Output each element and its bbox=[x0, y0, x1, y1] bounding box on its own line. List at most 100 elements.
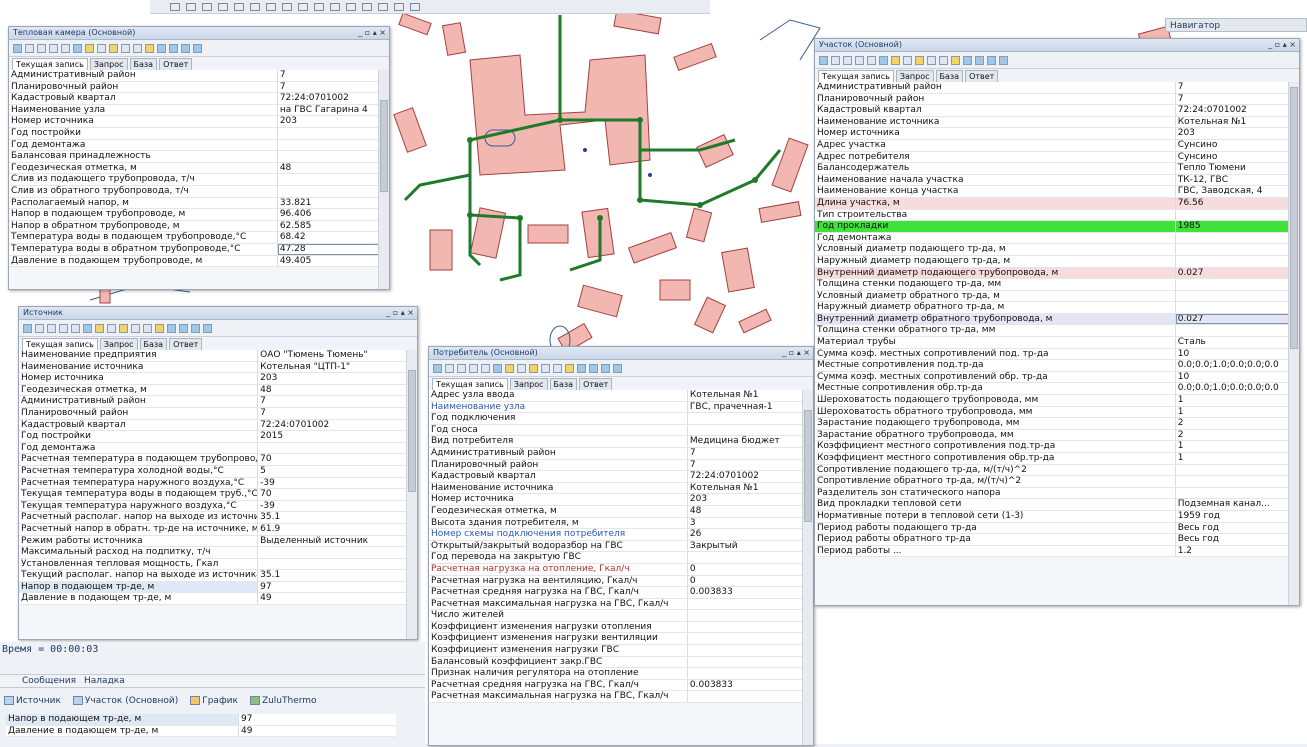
save-icon[interactable] bbox=[109, 43, 118, 53]
property-row[interactable]: Расчетная максимальная нагрузка на ГВС, … bbox=[429, 598, 803, 611]
heat-chamber-window[interactable]: Тепловая камера (Основной) _ ▫ ▴ × Текущ… bbox=[8, 26, 390, 290]
property-row[interactable]: Расчетная средняя нагрузка на ГВС, Гкал/… bbox=[429, 679, 803, 692]
property-row[interactable]: Расчетный располаг. напор на выходе из и… bbox=[19, 512, 407, 524]
property-value[interactable]: 76.56 bbox=[1175, 197, 1289, 209]
property-value[interactable]: Котельная №1 bbox=[1176, 117, 1289, 128]
property-row[interactable]: Расчетная температура наружного воздуха,… bbox=[19, 477, 407, 490]
scrollbar-thumb[interactable] bbox=[1290, 87, 1298, 349]
property-value[interactable]: 97 bbox=[258, 582, 407, 593]
scrollbar-thumb[interactable] bbox=[804, 410, 812, 522]
property-value[interactable] bbox=[1176, 279, 1289, 290]
property-row[interactable]: Слив из подающего трубопровода, т/ч bbox=[9, 174, 379, 186]
property-row[interactable]: Коэффициент местного сопротивления под.т… bbox=[815, 441, 1289, 453]
grid-icon[interactable] bbox=[433, 363, 442, 373]
property-row[interactable]: Длина участка, м 76.56 bbox=[815, 197, 1289, 210]
property-row[interactable]: Давление в подающем тр-де, м 49 bbox=[19, 593, 407, 606]
polyline-tool-icon[interactable] bbox=[202, 2, 212, 11]
property-value[interactable]: ГВС, прачечная-1 bbox=[688, 402, 803, 413]
property-row[interactable]: Планировочный район 7 bbox=[815, 93, 1289, 106]
tab-current-record[interactable]: Текущая запись bbox=[22, 338, 98, 350]
property-row[interactable]: Материал трубы Сталь bbox=[815, 337, 1289, 349]
property-value[interactable]: Котельная №1 bbox=[688, 483, 803, 494]
property-row[interactable]: Режим работы источника Выделенный источни… bbox=[19, 535, 407, 548]
property-value[interactable]: 72:24:0701002 bbox=[258, 420, 407, 431]
property-row[interactable]: Зарастание обратного трубопровода, мм 2 bbox=[815, 429, 1289, 442]
chart-icon[interactable] bbox=[203, 323, 212, 333]
property-row[interactable]: Геодезическая отметка, м 48 bbox=[9, 162, 379, 175]
dropdown-icon[interactable] bbox=[107, 323, 116, 333]
property-row[interactable]: Вид потребителя Медицина бюджет bbox=[429, 436, 803, 448]
property-value[interactable]: 96.406 bbox=[278, 209, 379, 220]
property-row[interactable]: Располагаемый напор, м 33.821 bbox=[9, 197, 379, 210]
circle-tool-icon[interactable] bbox=[394, 2, 404, 11]
property-value[interactable]: 49 bbox=[239, 726, 391, 737]
export-icon[interactable] bbox=[155, 323, 164, 333]
property-row[interactable]: Внутренний диаметр обратного трубопровод… bbox=[815, 313, 1289, 326]
property-value[interactable] bbox=[1176, 325, 1289, 336]
property-row[interactable]: Условный диаметр подающего тр-да, м bbox=[815, 244, 1289, 256]
property-value[interactable] bbox=[278, 174, 379, 185]
property-value[interactable] bbox=[688, 413, 803, 424]
line-tool-icon[interactable] bbox=[282, 2, 292, 11]
property-value[interactable]: 68.42 bbox=[278, 232, 379, 243]
prev-record-icon[interactable] bbox=[37, 43, 46, 53]
property-row[interactable]: Год демонтажа bbox=[815, 232, 1289, 245]
property-value[interactable]: 7 bbox=[688, 448, 803, 459]
property-value[interactable]: Котельная "ЦТП-1" bbox=[258, 362, 407, 373]
property-value[interactable] bbox=[1176, 291, 1289, 302]
property-row[interactable]: Вид прокладки тепловой сети Подземная кан… bbox=[815, 499, 1289, 511]
layout-icon[interactable] bbox=[121, 43, 130, 53]
property-value[interactable] bbox=[1176, 210, 1289, 221]
property-value[interactable] bbox=[688, 425, 803, 436]
property-row[interactable]: Зарастание подающего трубопровода, мм 2 bbox=[815, 418, 1289, 430]
property-row[interactable]: Год постройки bbox=[9, 127, 379, 140]
property-row[interactable]: Год сноса bbox=[429, 424, 803, 437]
property-row[interactable]: Расчетная максимальная нагрузка на ГВС, … bbox=[429, 691, 803, 704]
property-row[interactable]: Сумма коэф. местных сопротивлений под. т… bbox=[815, 348, 1289, 361]
task-source[interactable]: Источник bbox=[4, 696, 61, 706]
property-value[interactable]: Сталь bbox=[1176, 337, 1289, 348]
chart-icon[interactable] bbox=[999, 55, 1008, 65]
pointer-tool-icon[interactable] bbox=[186, 2, 196, 11]
property-row[interactable]: Кадастровый квартал 72:24:0701002 bbox=[815, 105, 1289, 117]
property-row[interactable]: Адрес участка Сунсино bbox=[815, 139, 1289, 152]
property-row[interactable]: Напор в подающем тр-де, м 97 bbox=[19, 581, 407, 594]
table-icon[interactable] bbox=[95, 323, 104, 333]
property-value[interactable] bbox=[1176, 465, 1289, 476]
property-value[interactable]: 7 bbox=[278, 70, 379, 81]
property-row[interactable]: Наименование конца участка ГВС, Заводская… bbox=[815, 186, 1289, 198]
layout-icon[interactable] bbox=[927, 55, 936, 65]
property-value[interactable]: 97 bbox=[239, 714, 391, 725]
property-value[interactable]: 2 bbox=[1176, 430, 1289, 441]
table-icon[interactable] bbox=[505, 363, 514, 373]
property-row[interactable]: Внутренний диаметр подающего трубопровод… bbox=[815, 267, 1289, 280]
export-icon[interactable] bbox=[565, 363, 574, 373]
property-row[interactable]: Наименование узла на ГВС Гагарина 4 bbox=[9, 104, 379, 117]
property-row[interactable]: Административный район 7 bbox=[9, 70, 379, 82]
property-value[interactable]: ОАО "Тюмень Тюмень" bbox=[258, 350, 407, 361]
property-row[interactable]: Год демонтажа bbox=[9, 139, 379, 152]
layout-icon[interactable] bbox=[143, 323, 152, 333]
property-value[interactable]: 0.027 bbox=[1175, 313, 1289, 325]
property-value[interactable] bbox=[688, 691, 803, 702]
find-icon[interactable] bbox=[73, 43, 82, 53]
chart-icon[interactable] bbox=[179, 323, 188, 333]
property-value[interactable] bbox=[688, 633, 803, 644]
property-row[interactable]: Напор в подающем тр-де, м 97 bbox=[6, 714, 396, 726]
tab-current-record[interactable]: Текущая запись bbox=[818, 70, 894, 82]
tab-answer[interactable]: Ответ bbox=[965, 70, 999, 82]
property-value[interactable]: 7 bbox=[278, 82, 379, 93]
scrollbar[interactable] bbox=[1288, 82, 1299, 605]
property-value[interactable]: Котельная №1 bbox=[688, 390, 803, 401]
property-value[interactable]: 203 bbox=[688, 494, 803, 505]
property-value[interactable] bbox=[688, 610, 803, 621]
property-value[interactable]: 0.027 bbox=[1175, 267, 1289, 279]
property-value[interactable]: 7 bbox=[688, 460, 803, 471]
zoom-tool-icon[interactable] bbox=[410, 2, 420, 11]
property-row[interactable]: Нормативные потери в тепловой сети (1-3)… bbox=[815, 510, 1289, 523]
property-value[interactable]: 70 bbox=[258, 489, 407, 500]
property-row[interactable]: Год прокладки 1985 bbox=[815, 221, 1289, 233]
grid-icon[interactable] bbox=[819, 55, 828, 65]
property-value[interactable]: 0.003833 bbox=[688, 587, 803, 598]
property-row[interactable]: Кадастровый квартал 72:24:0701002 bbox=[9, 93, 379, 105]
